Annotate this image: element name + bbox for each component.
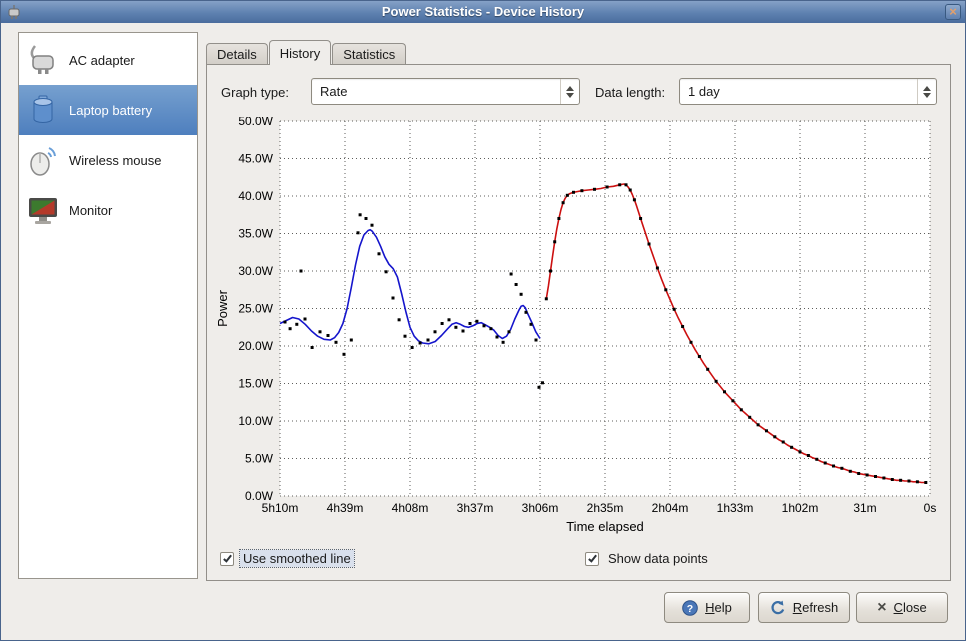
titlebar[interactable]: Power Statistics - Device History ×	[1, 1, 965, 23]
refresh-button-label: Refresh	[793, 600, 839, 615]
history-panel: Graph type: Rate Data length: 1 day 50.0…	[206, 64, 951, 581]
svg-text:2h04m: 2h04m	[652, 501, 689, 515]
window-title: Power Statistics - Device History	[1, 1, 965, 23]
svg-text:4h39m: 4h39m	[327, 501, 364, 515]
svg-text:?: ?	[687, 603, 693, 615]
svg-text:2h35m: 2h35m	[587, 501, 624, 515]
device-label: Monitor	[69, 203, 112, 218]
graph-type-label: Graph type:	[221, 85, 289, 100]
device-item-laptop-battery[interactable]: Laptop battery	[19, 85, 197, 135]
svg-text:0s: 0s	[924, 501, 937, 515]
tab-label: Statistics	[343, 47, 395, 62]
svg-text:3h06m: 3h06m	[522, 501, 559, 515]
use-smoothed-line-label[interactable]: Use smoothed line	[240, 550, 354, 567]
combo-arrows-icon	[560, 79, 579, 104]
graph-type-value: Rate	[312, 84, 560, 99]
svg-text:15.0W: 15.0W	[238, 377, 273, 391]
close-icon: ×	[949, 6, 957, 18]
svg-text:Power: Power	[215, 289, 230, 327]
device-label: AC adapter	[69, 53, 135, 68]
help-icon: ?	[682, 600, 698, 616]
svg-text:1h02m: 1h02m	[782, 501, 819, 515]
tab-label: Details	[217, 47, 257, 62]
tab-label: History	[280, 46, 320, 61]
svg-text:10.0W: 10.0W	[238, 414, 273, 428]
help-button[interactable]: ? Help	[664, 592, 750, 623]
data-length-value: 1 day	[680, 84, 917, 99]
check-icon	[587, 553, 598, 564]
device-label: Wireless mouse	[69, 153, 161, 168]
svg-text:31m: 31m	[853, 501, 876, 515]
svg-text:Time elapsed: Time elapsed	[566, 519, 644, 534]
mouse-icon	[26, 143, 60, 177]
device-label: Laptop battery	[69, 103, 152, 118]
svg-text:1h33m: 1h33m	[717, 501, 754, 515]
tab-statistics[interactable]: Statistics	[332, 43, 406, 65]
svg-text:35.0W: 35.0W	[238, 227, 273, 241]
show-data-points-label[interactable]: Show data points	[605, 550, 711, 567]
close-button[interactable]: × Close	[856, 592, 948, 623]
use-smoothed-line-checkbox[interactable]	[220, 552, 234, 566]
device-item-monitor[interactable]: Monitor	[19, 185, 197, 235]
use-smoothed-line-option: Use smoothed line	[220, 550, 354, 567]
device-item-ac-adapter[interactable]: AC adapter	[19, 35, 197, 85]
monitor-icon	[26, 193, 60, 227]
refresh-icon	[770, 600, 786, 616]
combo-arrows-icon	[917, 79, 936, 104]
show-data-points-checkbox[interactable]	[585, 552, 599, 566]
data-length-label: Data length:	[595, 85, 665, 100]
notebook-tabs: Details History Statistics	[206, 40, 407, 65]
svg-text:45.0W: 45.0W	[238, 152, 273, 166]
refresh-button[interactable]: Refresh	[758, 592, 850, 623]
close-button-label: Close	[894, 600, 927, 615]
svg-text:30.0W: 30.0W	[238, 264, 273, 278]
tab-details[interactable]: Details	[206, 43, 268, 65]
svg-text:5h10m: 5h10m	[262, 501, 299, 515]
history-chart: 50.0W 45.0W 40.0W 35.0W 30.0W 25.0W 20.0W 15.0W…	[214, 117, 949, 537]
graph-type-combobox[interactable]: Rate	[311, 78, 580, 105]
close-button-icon: ×	[877, 601, 886, 615]
help-button-label: Help	[705, 600, 732, 615]
data-length-combobox[interactable]: 1 day	[679, 78, 937, 105]
device-list: AC adapter Laptop battery W	[18, 32, 198, 579]
svg-text:50.0W: 50.0W	[238, 117, 273, 128]
svg-text:3h37m: 3h37m	[457, 501, 494, 515]
tab-history[interactable]: History	[269, 40, 331, 65]
ac-adapter-icon	[26, 43, 60, 77]
device-item-wireless-mouse[interactable]: Wireless mouse	[19, 135, 197, 185]
svg-text:25.0W: 25.0W	[238, 302, 273, 316]
svg-text:40.0W: 40.0W	[238, 189, 273, 203]
window-close-button[interactable]: ×	[945, 4, 961, 20]
svg-text:5.0W: 5.0W	[245, 452, 274, 466]
show-data-points-option: Show data points	[585, 550, 711, 567]
battery-icon	[26, 93, 60, 127]
power-statistics-window: Power Statistics - Device History × AC a…	[0, 0, 966, 641]
svg-text:4h08m: 4h08m	[392, 501, 429, 515]
check-icon	[222, 553, 233, 564]
svg-text:20.0W: 20.0W	[238, 339, 273, 353]
